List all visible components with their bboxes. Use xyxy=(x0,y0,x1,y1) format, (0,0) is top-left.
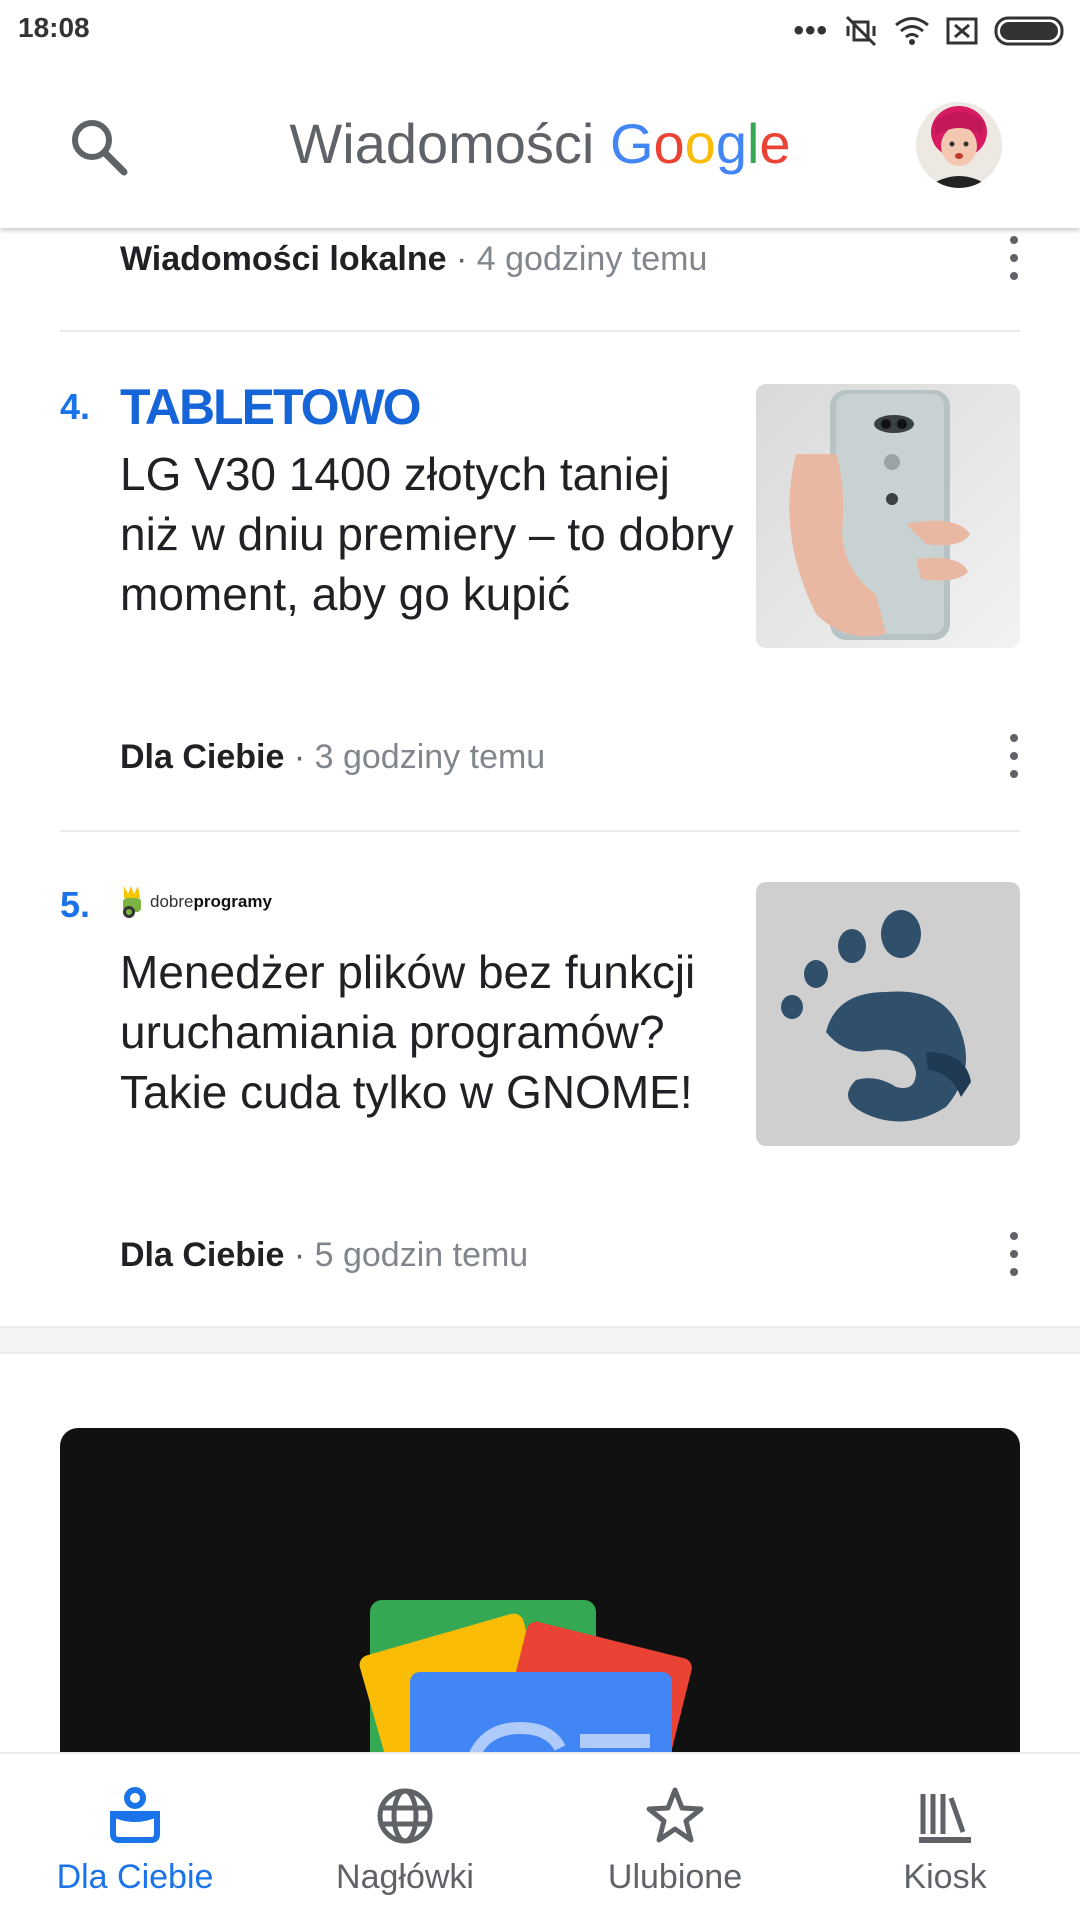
google-logo: Google xyxy=(609,112,791,175)
star-icon xyxy=(646,1787,704,1843)
nav-label: Ulubione xyxy=(607,1858,743,1896)
promo-card[interactable] xyxy=(60,1428,1020,1768)
divider xyxy=(60,830,1020,832)
article-meta-row: Wiadomości lokalne · 4 godziny temu xyxy=(120,240,707,279)
article-source[interactable]: Dla Ciebie xyxy=(120,738,284,776)
section-separator xyxy=(0,1326,1080,1354)
article-time: 5 godzin temu xyxy=(314,1236,529,1274)
nav-tab-newsstand[interactable]: Kiosk xyxy=(810,1754,1080,1920)
nav-tab-favorites[interactable]: Ulubione xyxy=(540,1754,810,1920)
article-headline[interactable]: LG V30 1400 złotych taniej niż w dniu pr… xyxy=(120,444,740,624)
article-meta-row: Dla Ciebie · 3 godziny temu xyxy=(120,738,545,777)
nav-tab-for-you[interactable]: Dla Ciebie xyxy=(0,1754,270,1920)
more-options-icon[interactable] xyxy=(994,228,1034,288)
status-icons: ••• xyxy=(793,14,1066,48)
sim-off-icon xyxy=(946,17,978,45)
more-options-icon[interactable] xyxy=(994,726,1034,786)
article-thumbnail[interactable] xyxy=(756,384,1020,648)
more-options-icon[interactable] xyxy=(994,1224,1034,1284)
article-time: 4 godziny temu xyxy=(476,240,708,278)
article-source[interactable]: Wiadomości lokalne xyxy=(120,240,447,278)
article-rank: 5. xyxy=(60,884,91,925)
article-rank: 4. xyxy=(60,386,91,427)
avatar[interactable] xyxy=(916,102,1002,188)
nav-label: Kiosk xyxy=(903,1858,987,1896)
status-time: 18:08 xyxy=(18,12,90,43)
publisher-logo-tabletowo: TABLETOWO xyxy=(120,379,422,435)
article-source[interactable]: Dla Ciebie xyxy=(120,1236,284,1274)
nav-label: Dla Ciebie xyxy=(56,1858,214,1896)
dobreprogramy-mascot-icon xyxy=(123,886,141,918)
battery-icon xyxy=(994,16,1064,46)
divider xyxy=(60,330,1020,332)
article-headline[interactable]: Menedżer plików bez funkcji uruchamiania… xyxy=(120,942,740,1122)
notification-dots-icon: ••• xyxy=(793,14,828,47)
nav-label: Nagłówki xyxy=(336,1858,474,1896)
vibrate-off-icon xyxy=(845,15,877,47)
article-thumbnail[interactable] xyxy=(756,882,1020,1146)
nav-tab-headlines[interactable]: Nagłówki xyxy=(270,1754,540,1920)
article-meta-row: Dla Ciebie · 5 godzin temu xyxy=(120,1236,528,1275)
meta-separator: · xyxy=(456,240,468,278)
for-you-icon xyxy=(110,1787,160,1843)
app-title-word: Wiadomości xyxy=(289,112,595,175)
newsstand-icon xyxy=(919,1794,971,1843)
wifi-icon xyxy=(895,17,929,45)
meta-separator: · xyxy=(293,738,306,776)
status-bar: 18:08 ••• xyxy=(0,0,1080,64)
app-header: Wiadomości Google xyxy=(0,64,1080,228)
google-news-logo-icon xyxy=(359,1600,692,1768)
globe-icon xyxy=(377,1788,433,1844)
bottom-navigation: Dla Ciebie Nagłówki Ulubione Kiosk xyxy=(0,1752,1080,1920)
meta-separator: · xyxy=(293,1236,306,1274)
publisher-logo-dobreprogramy: dobreprogramy xyxy=(120,884,272,920)
article-time: 3 godziny temu xyxy=(314,738,546,776)
